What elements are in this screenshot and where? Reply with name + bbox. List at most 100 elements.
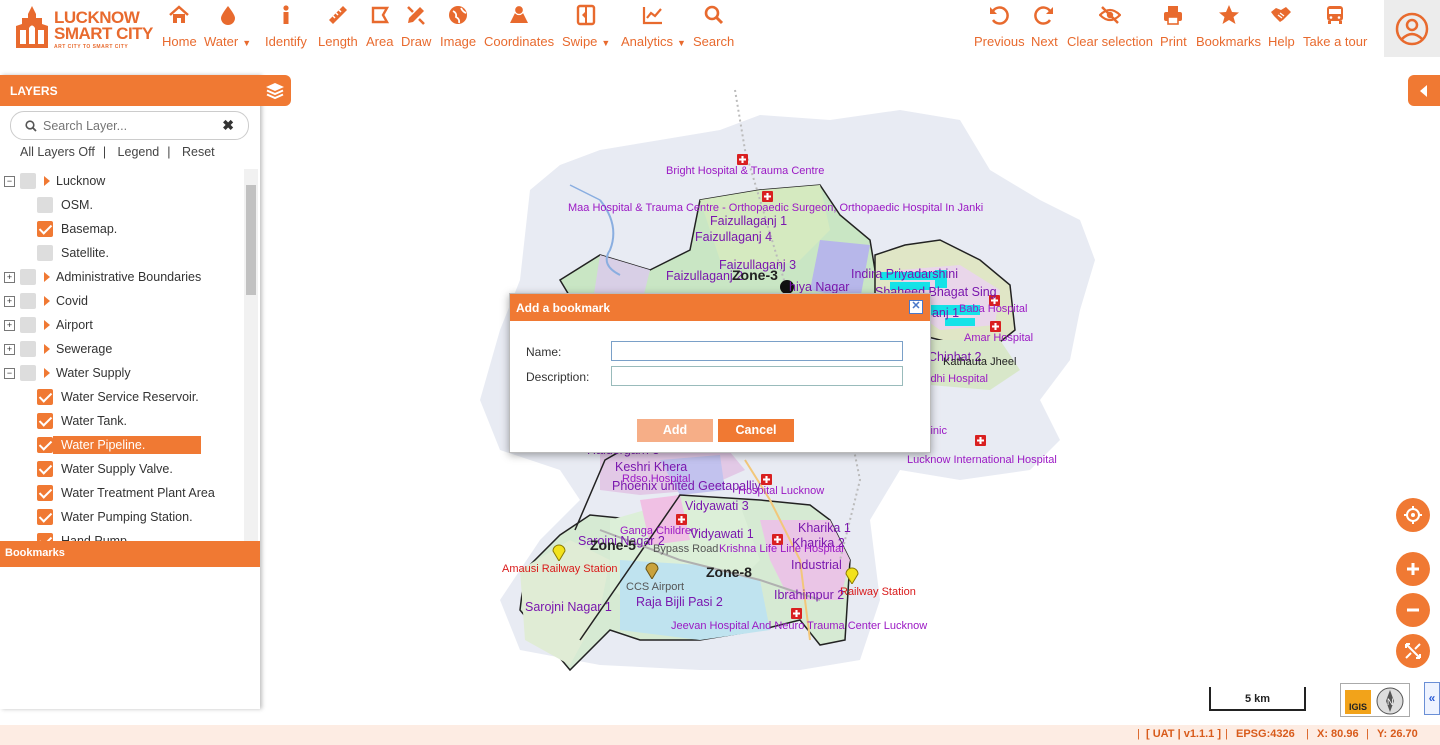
- layer-group-row[interactable]: + Sewerage: [0, 337, 112, 361]
- hospital-marker-icon[interactable]: [762, 191, 773, 202]
- toolbar-help-button[interactable]: Help: [1268, 0, 1295, 57]
- bookmark-name-input[interactable]: [611, 341, 903, 361]
- layer-group-row[interactable]: + Administrative Boundaries: [0, 265, 201, 289]
- toolbar-search-button[interactable]: Search: [693, 0, 734, 57]
- hospital-marker-icon[interactable]: [676, 514, 687, 525]
- hospital-marker-icon[interactable]: [761, 474, 772, 485]
- expand-icon[interactable]: +: [4, 319, 15, 331]
- add-button[interactable]: Add: [637, 419, 713, 442]
- layer-row[interactable]: Water Tank.: [0, 409, 127, 433]
- layer-row[interactable]: Water Treatment Plant Area: [0, 481, 215, 505]
- layer-row[interactable]: Water Service Reservoir.: [0, 385, 199, 409]
- railway-pin-icon[interactable]: [845, 566, 859, 584]
- layer-row[interactable]: Basemap.: [0, 217, 117, 241]
- toolbar-image-button[interactable]: Image: [440, 0, 476, 57]
- toolbar-analytics-button[interactable]: Analytics ▼: [621, 0, 686, 57]
- caret-right-icon[interactable]: [44, 272, 50, 282]
- app-logo[interactable]: LUCKNOW SMART CITY ART CITY TO SMART CIT…: [12, 4, 153, 52]
- layer-checkbox[interactable]: [20, 269, 36, 285]
- clear-search-icon[interactable]: ✖: [222, 117, 234, 134]
- layer-checkbox[interactable]: [37, 245, 53, 261]
- bookmarks-header[interactable]: Bookmarks: [0, 541, 260, 567]
- hospital-marker-icon[interactable]: [791, 608, 802, 619]
- layer-checkbox[interactable]: [37, 413, 53, 429]
- layer-checkbox[interactable]: [37, 509, 53, 525]
- map-place-label: idhi Hospital: [928, 373, 988, 385]
- caret-right-icon[interactable]: [44, 344, 50, 354]
- close-icon[interactable]: ✕: [909, 300, 923, 314]
- toolbar-length-button[interactable]: Length: [318, 0, 358, 57]
- scrollbar-thumb[interactable]: [246, 185, 256, 295]
- layer-group-row[interactable]: + Airport: [0, 313, 93, 337]
- layer-row[interactable]: Water Supply Valve.: [0, 457, 173, 481]
- toolbar-next-button[interactable]: Next: [1031, 0, 1058, 57]
- toolbar-bookmarks-button[interactable]: Bookmarks: [1196, 0, 1261, 57]
- legend-link[interactable]: Legend: [118, 145, 160, 159]
- layer-checkbox[interactable]: [37, 197, 53, 213]
- layer-row[interactable]: Hand Pump: [0, 529, 127, 541]
- locate-me-button[interactable]: [1396, 498, 1430, 532]
- layer-row[interactable]: Water Pumping Station.: [0, 505, 193, 529]
- bookmark-description-input[interactable]: [611, 366, 903, 386]
- layer-checkbox[interactable]: [37, 533, 53, 541]
- toolbar-label: Analytics ▼: [621, 34, 686, 49]
- expand-icon[interactable]: +: [4, 343, 15, 355]
- layer-checkbox[interactable]: [20, 317, 36, 333]
- caret-right-icon[interactable]: [44, 320, 50, 330]
- hospital-marker-icon[interactable]: [990, 321, 1001, 332]
- layer-checkbox[interactable]: [20, 341, 36, 357]
- toolbar-clear-selection-button[interactable]: Clear selection: [1067, 0, 1153, 57]
- layer-checkbox[interactable]: [20, 173, 36, 189]
- right-panel-toggle[interactable]: [1408, 75, 1440, 106]
- collapse-icon[interactable]: −: [4, 175, 15, 187]
- caret-right-icon[interactable]: [44, 296, 50, 306]
- collapse-panel-button[interactable]: «: [1424, 682, 1440, 715]
- toolbar-previous-button[interactable]: Previous: [974, 0, 1025, 57]
- zoom-out-button[interactable]: [1396, 593, 1430, 627]
- toolbar-draw-button[interactable]: Draw: [401, 0, 431, 57]
- toolbar-coordinates-button[interactable]: Coordinates: [484, 0, 554, 57]
- layer-group-row[interactable]: − Lucknow: [0, 169, 105, 193]
- user-avatar-button[interactable]: [1384, 0, 1440, 57]
- redo-icon: [1033, 0, 1055, 28]
- reset-link[interactable]: Reset: [182, 145, 215, 159]
- layer-row[interactable]: Water Pipeline.: [0, 433, 202, 457]
- layer-group-row[interactable]: + Covid: [0, 289, 88, 313]
- airport-pin-icon[interactable]: [645, 561, 659, 579]
- layer-checkbox[interactable]: [37, 221, 53, 237]
- railway-pin-icon[interactable]: [552, 543, 566, 561]
- toolbar-swipe-button[interactable]: Swipe ▼: [562, 0, 610, 57]
- caret-down-icon: ▼: [677, 38, 686, 48]
- layer-group-row[interactable]: − Water Supply: [0, 361, 131, 385]
- expand-icon[interactable]: +: [4, 295, 15, 307]
- layer-checkbox[interactable]: [37, 485, 53, 501]
- zoom-in-button[interactable]: [1396, 552, 1430, 586]
- toolbar-identify-button[interactable]: Identify: [265, 0, 307, 57]
- name-label: Name:: [526, 345, 562, 359]
- layer-checkbox[interactable]: [20, 293, 36, 309]
- layer-row[interactable]: OSM.: [0, 193, 93, 217]
- caret-right-icon[interactable]: [44, 176, 50, 186]
- full-extent-button[interactable]: [1396, 634, 1430, 668]
- collapse-icon[interactable]: −: [4, 367, 15, 379]
- layer-tree-scrollbar[interactable]: [244, 169, 258, 541]
- layer-checkbox[interactable]: [37, 437, 53, 453]
- caret-right-icon[interactable]: [44, 368, 50, 378]
- expand-icon[interactable]: +: [4, 271, 15, 283]
- layers-stack-icon[interactable]: [265, 81, 285, 101]
- hospital-marker-icon[interactable]: [975, 435, 986, 446]
- layer-checkbox[interactable]: [20, 365, 36, 381]
- layer-checkbox[interactable]: [37, 461, 53, 477]
- toolbar-print-button[interactable]: Print: [1160, 0, 1187, 57]
- layer-search-input[interactable]: [43, 118, 223, 133]
- layer-row[interactable]: Satellite.: [0, 241, 109, 265]
- cancel-button[interactable]: Cancel: [718, 419, 794, 442]
- toolbar-take-a-tour-button[interactable]: Take a tour: [1303, 0, 1367, 57]
- toolbar-water-button[interactable]: Water ▼: [204, 0, 251, 57]
- toolbar-area-button[interactable]: Area: [366, 0, 393, 57]
- all-layers-off-link[interactable]: All Layers Off: [20, 145, 95, 159]
- map-place-label: Faizullaganj 4: [695, 230, 773, 244]
- toolbar-home-button[interactable]: Home: [162, 0, 197, 57]
- hospital-marker-icon[interactable]: [737, 154, 748, 165]
- layer-checkbox[interactable]: [37, 389, 53, 405]
